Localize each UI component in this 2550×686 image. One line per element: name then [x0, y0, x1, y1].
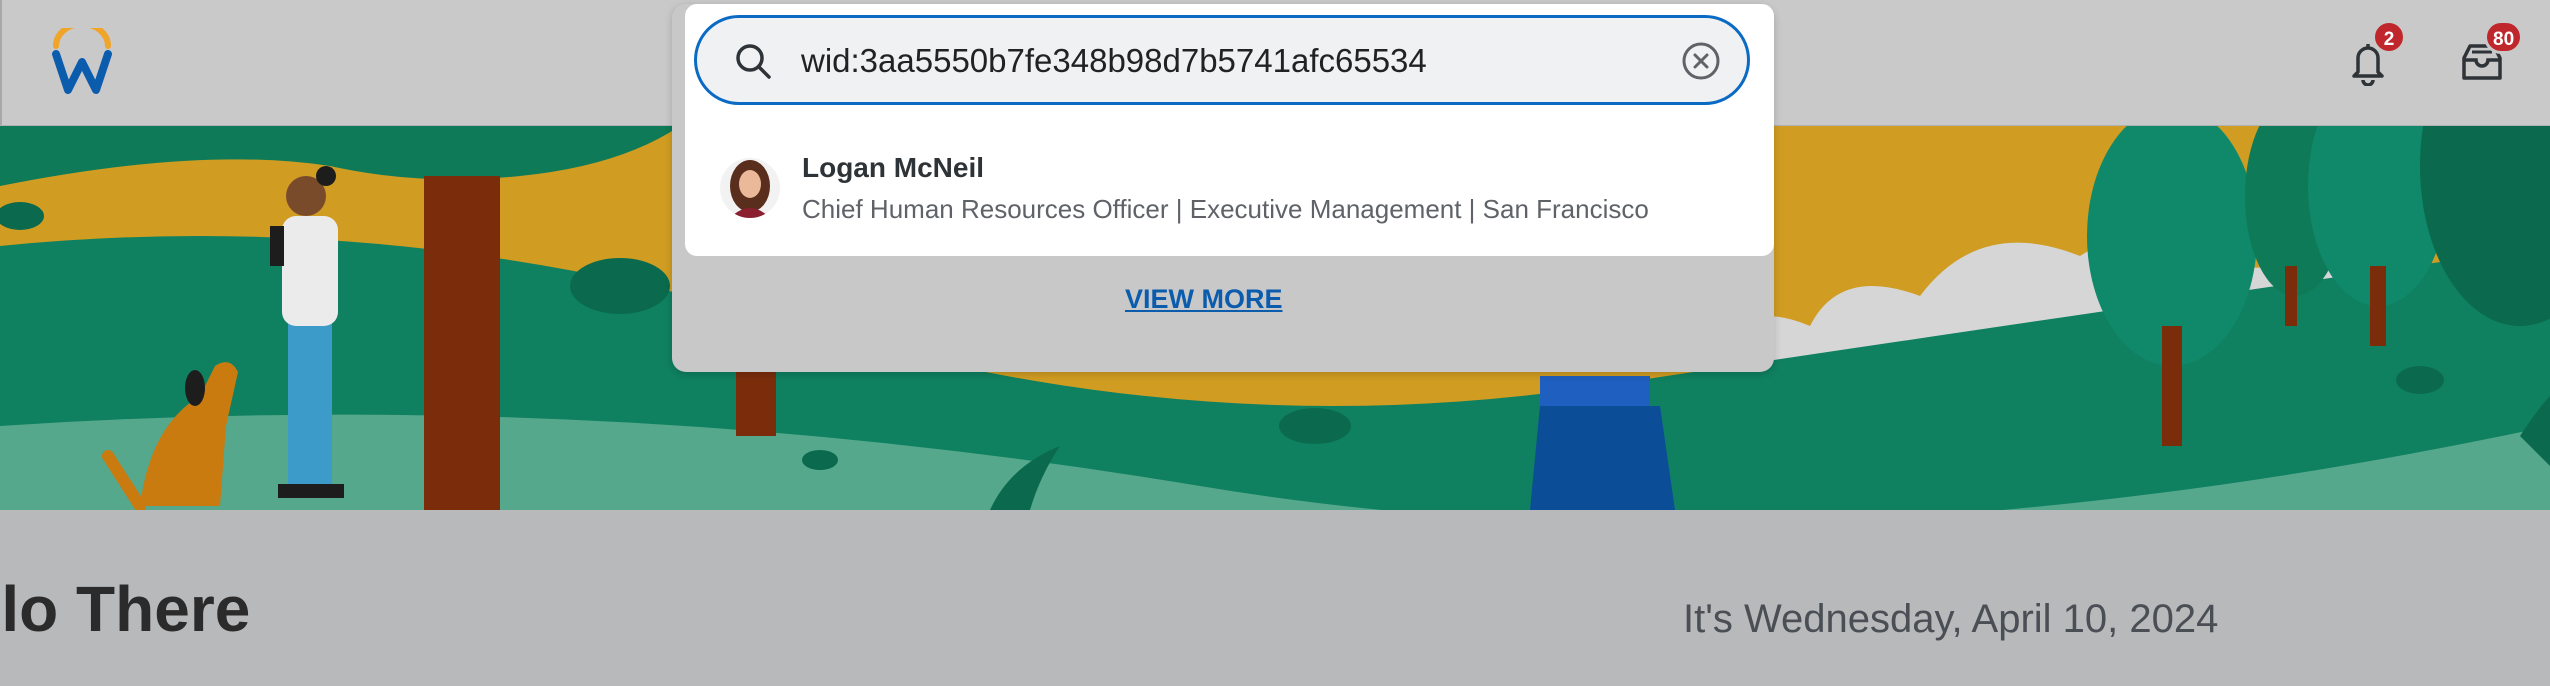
workday-w-logo-icon[interactable] — [50, 28, 114, 96]
clear-circle-x-icon[interactable] — [1679, 39, 1723, 83]
person-avatar — [720, 158, 780, 218]
notification-badge: 2 — [2372, 20, 2406, 54]
header-edge — [0, 0, 2, 125]
search-input[interactable] — [801, 32, 1621, 90]
inbox-badge: 80 — [2484, 20, 2524, 54]
search-box[interactable] — [694, 15, 1750, 105]
result-detail: Chief Human Resources Officer | Executiv… — [802, 194, 1649, 224]
greeting-heading: ello There — [0, 573, 251, 645]
search-icon — [736, 44, 771, 79]
view-more-link[interactable]: VIEW MORE — [1125, 284, 1283, 315]
result-name: Logan McNeil — [802, 152, 985, 183]
current-date: It's Wednesday, April 10, 2024 — [1683, 597, 2219, 641]
search-result-item[interactable]: Logan McNeil Chief Human Resources Offic… — [700, 140, 1760, 240]
